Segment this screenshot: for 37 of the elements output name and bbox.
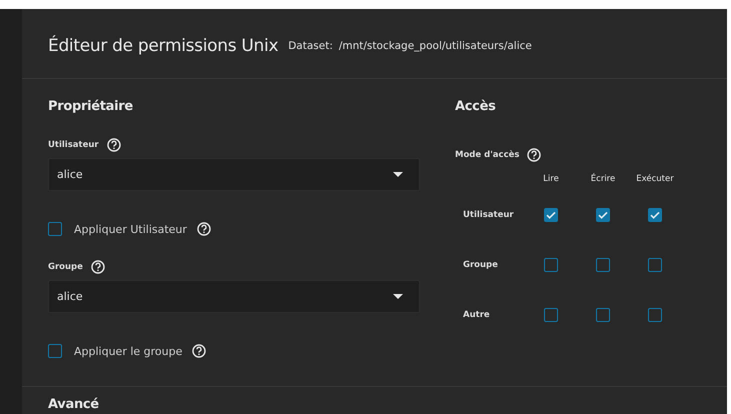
checkbox[interactable] [596,208,610,222]
checkbox[interactable] [544,208,558,222]
field-label: Mode d'accès [455,150,520,160]
select-field[interactable]: alice [48,280,420,313]
checkbox[interactable] [596,308,610,322]
dataset-path: /mnt/stockage_pool/utilisateurs/alice [338,40,532,52]
dataset-label: Dataset: [288,40,333,52]
editor-title: Éditeur de permissions Unix [48,36,278,56]
checkbox[interactable] [48,344,62,358]
row-label: Groupe [462,259,499,272]
select-field[interactable]: alice [48,158,420,191]
help-icon[interactable] [106,138,121,152]
column-header: Écrire [590,172,616,186]
checkbox-label: Appliquer Utilisateur [74,222,187,236]
section-title: Accès [455,99,497,114]
row-label: Utilisateur [462,209,515,222]
row-label: Autre [462,309,491,322]
column-header: Exécuter [635,173,675,186]
field-label: Groupe [48,262,83,272]
help-icon[interactable] [196,222,211,236]
checkbox[interactable] [48,222,62,236]
checkbox-label: Appliquer le groupe [74,344,182,358]
checkbox[interactable] [648,208,662,222]
help-icon[interactable] [90,260,105,274]
caret-icon [393,294,403,299]
section-title: Avancé [48,397,99,412]
column-header: Lire [542,173,560,186]
checkbox[interactable] [544,308,558,322]
checkbox[interactable] [648,308,662,322]
field-label: Utilisateur [48,140,99,150]
checkbox[interactable] [648,258,662,272]
help-icon[interactable] [192,344,206,358]
checkbox[interactable] [596,258,610,272]
help-icon[interactable] [527,148,542,162]
caret-icon [393,172,403,177]
section-title: Propriétaire [48,99,134,114]
checkbox[interactable] [544,258,558,272]
